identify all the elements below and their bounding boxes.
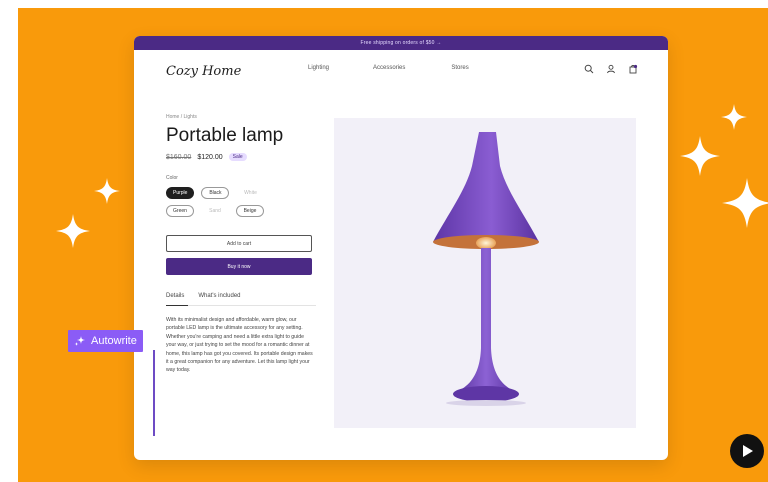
sparkle-icon bbox=[74, 336, 85, 346]
account-icon[interactable] bbox=[606, 64, 616, 74]
sparkle-icon bbox=[94, 178, 120, 204]
color-label: Color bbox=[166, 175, 178, 181]
active-tab-indicator bbox=[166, 304, 188, 306]
cart-icon[interactable] bbox=[628, 64, 638, 74]
search-icon[interactable] bbox=[584, 64, 594, 74]
sale-price: $120.00 bbox=[197, 153, 223, 161]
buy-now-button[interactable]: Buy it now bbox=[166, 258, 312, 275]
color-option-white[interactable]: White bbox=[236, 187, 264, 199]
product-info: Home / Lights Portable lamp $160.00 $120… bbox=[166, 114, 316, 375]
sale-badge: Sale bbox=[228, 153, 247, 161]
color-option-beige[interactable]: Beige bbox=[236, 205, 264, 217]
color-option-sand[interactable]: Sand bbox=[201, 205, 229, 217]
product-description: With its minimalist design and affordabl… bbox=[166, 317, 313, 374]
store-window: Free shipping on orders of $50 → Cozy Ho… bbox=[134, 36, 668, 460]
nav-link-accessories[interactable]: Accessories bbox=[373, 65, 405, 71]
play-icon bbox=[743, 445, 753, 457]
sparkle-icon bbox=[56, 214, 90, 248]
product-title: Portable lamp bbox=[166, 125, 284, 146]
sparkle-icon bbox=[680, 136, 720, 176]
color-options: Purple Black White Green Sand Beige bbox=[166, 187, 296, 217]
nav-links: Lighting Accessories Stores bbox=[308, 65, 469, 71]
lamp-illustration bbox=[433, 132, 539, 406]
sparkle-icon bbox=[722, 178, 768, 228]
promo-banner-text: Free shipping on orders of $50 → bbox=[360, 40, 442, 46]
promo-banner[interactable]: Free shipping on orders of $50 → bbox=[134, 36, 668, 50]
product-image[interactable] bbox=[334, 118, 636, 428]
autowrite-cursor-bar bbox=[153, 350, 155, 436]
color-option-purple[interactable]: Purple bbox=[166, 187, 195, 199]
nav-link-stores[interactable]: Stores bbox=[451, 65, 468, 71]
nav-icons bbox=[584, 64, 638, 74]
breadcrumb[interactable]: Home / Lights bbox=[166, 114, 316, 120]
brand-logo[interactable]: Cozy Home bbox=[166, 64, 241, 79]
nav-link-lighting[interactable]: Lighting bbox=[308, 65, 329, 71]
add-to-cart-button[interactable]: Add to cart bbox=[166, 235, 312, 252]
color-option-black[interactable]: Black bbox=[201, 187, 230, 199]
tab-details[interactable]: Details bbox=[166, 293, 184, 299]
old-price: $160.00 bbox=[166, 153, 192, 161]
sparkle-icon bbox=[721, 104, 747, 130]
autowrite-button[interactable]: Autowrite bbox=[68, 330, 143, 352]
price-row: $160.00 $120.00 Sale bbox=[166, 153, 316, 161]
top-nav: Cozy Home Lighting Accessories Stores bbox=[134, 50, 668, 88]
tab-whats-included[interactable]: What's included bbox=[198, 293, 240, 299]
product-tabs: Details What's included bbox=[166, 293, 316, 306]
autowrite-label: Autowrite bbox=[91, 335, 137, 347]
play-button[interactable] bbox=[730, 434, 764, 468]
color-option-green[interactable]: Green bbox=[166, 205, 194, 217]
